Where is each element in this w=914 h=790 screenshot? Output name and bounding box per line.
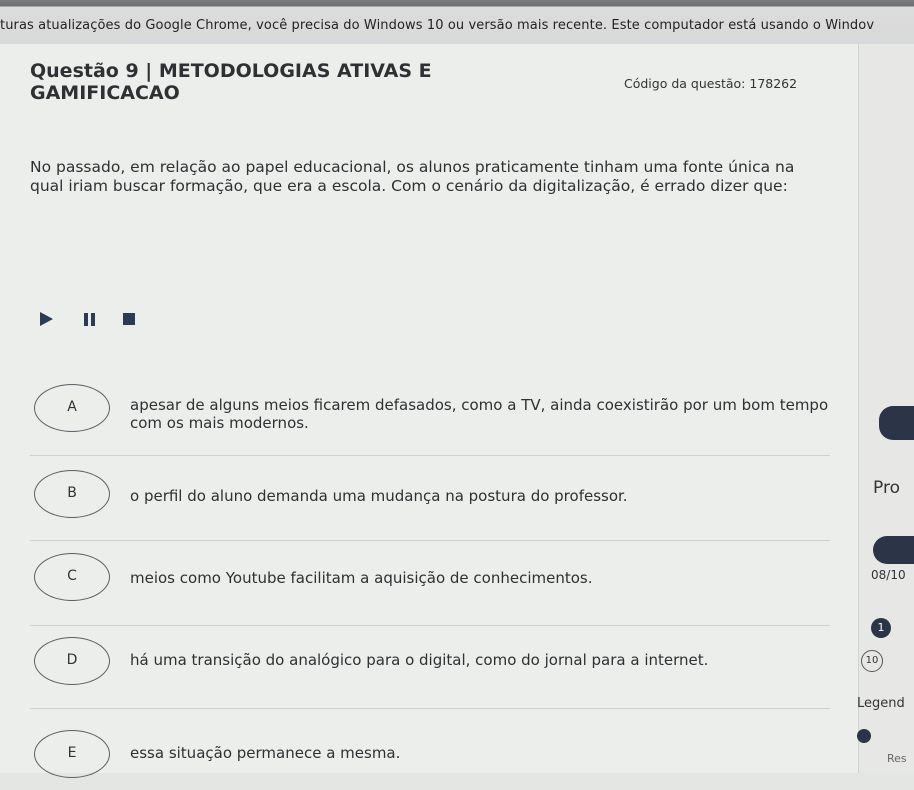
question-badge-1[interactable]: 1 (871, 618, 891, 638)
legend-label: Legend (857, 696, 905, 711)
browser-update-banner: turas atualizações do Google Chrome, voc… (0, 0, 914, 44)
option-letter-c[interactable]: C (34, 553, 110, 601)
option-d[interactable]: D há uma transição do analógico para o d… (34, 637, 824, 697)
option-letter-e[interactable]: E (34, 730, 110, 778)
question-text: No passado, em relação ao papel educacio… (30, 158, 795, 195)
navigation-sidebar: Pro 08/10 1 10 Legend Res (857, 44, 914, 773)
option-text-b[interactable]: o perfil do aluno demanda uma mudança na… (130, 487, 830, 505)
question-title: Questão 9 | METODOLOGIAS ATIVAS E GAMIFI… (30, 60, 432, 104)
option-text-d[interactable]: há uma transição do analógico para o dig… (130, 651, 830, 669)
option-b[interactable]: B o perfil do aluno demanda uma mudança … (34, 470, 824, 530)
pause-icon[interactable] (84, 313, 96, 326)
option-text-e[interactable]: essa situação permanece a mesma. (130, 744, 830, 762)
banner-text: turas atualizações do Google Chrome, voc… (0, 18, 875, 33)
sidebar-button[interactable] (879, 406, 914, 440)
divider (30, 540, 830, 541)
divider (30, 708, 830, 709)
option-letter-b[interactable]: B (34, 470, 110, 518)
stop-icon[interactable] (123, 313, 135, 325)
divider (30, 455, 830, 456)
audio-player (40, 312, 150, 328)
option-letter-a[interactable]: A (34, 384, 110, 432)
legend-dot-icon (857, 729, 871, 743)
question-code: Código da questão: 178262 (624, 76, 798, 91)
option-text-c[interactable]: meios como Youtube facilitam a aquisição… (130, 569, 830, 587)
progress-counter: 08/10 (871, 568, 906, 582)
play-icon[interactable] (40, 312, 53, 326)
legend-item: Res (887, 752, 907, 765)
divider (30, 625, 830, 626)
option-e[interactable]: E essa situação permanece a mesma. (34, 730, 824, 790)
option-a[interactable]: A apesar de alguns meios ficarem defasad… (34, 384, 828, 444)
sidebar-button[interactable] (873, 536, 914, 564)
option-c[interactable]: C meios como Youtube facilitam a aquisiç… (34, 553, 824, 613)
option-text-a[interactable]: apesar de alguns meios ficarem defasados… (130, 396, 830, 432)
sidebar-label-pro: Pro (873, 478, 900, 498)
option-letter-d[interactable]: D (34, 637, 110, 685)
question-badge-10[interactable]: 10 (861, 650, 883, 672)
